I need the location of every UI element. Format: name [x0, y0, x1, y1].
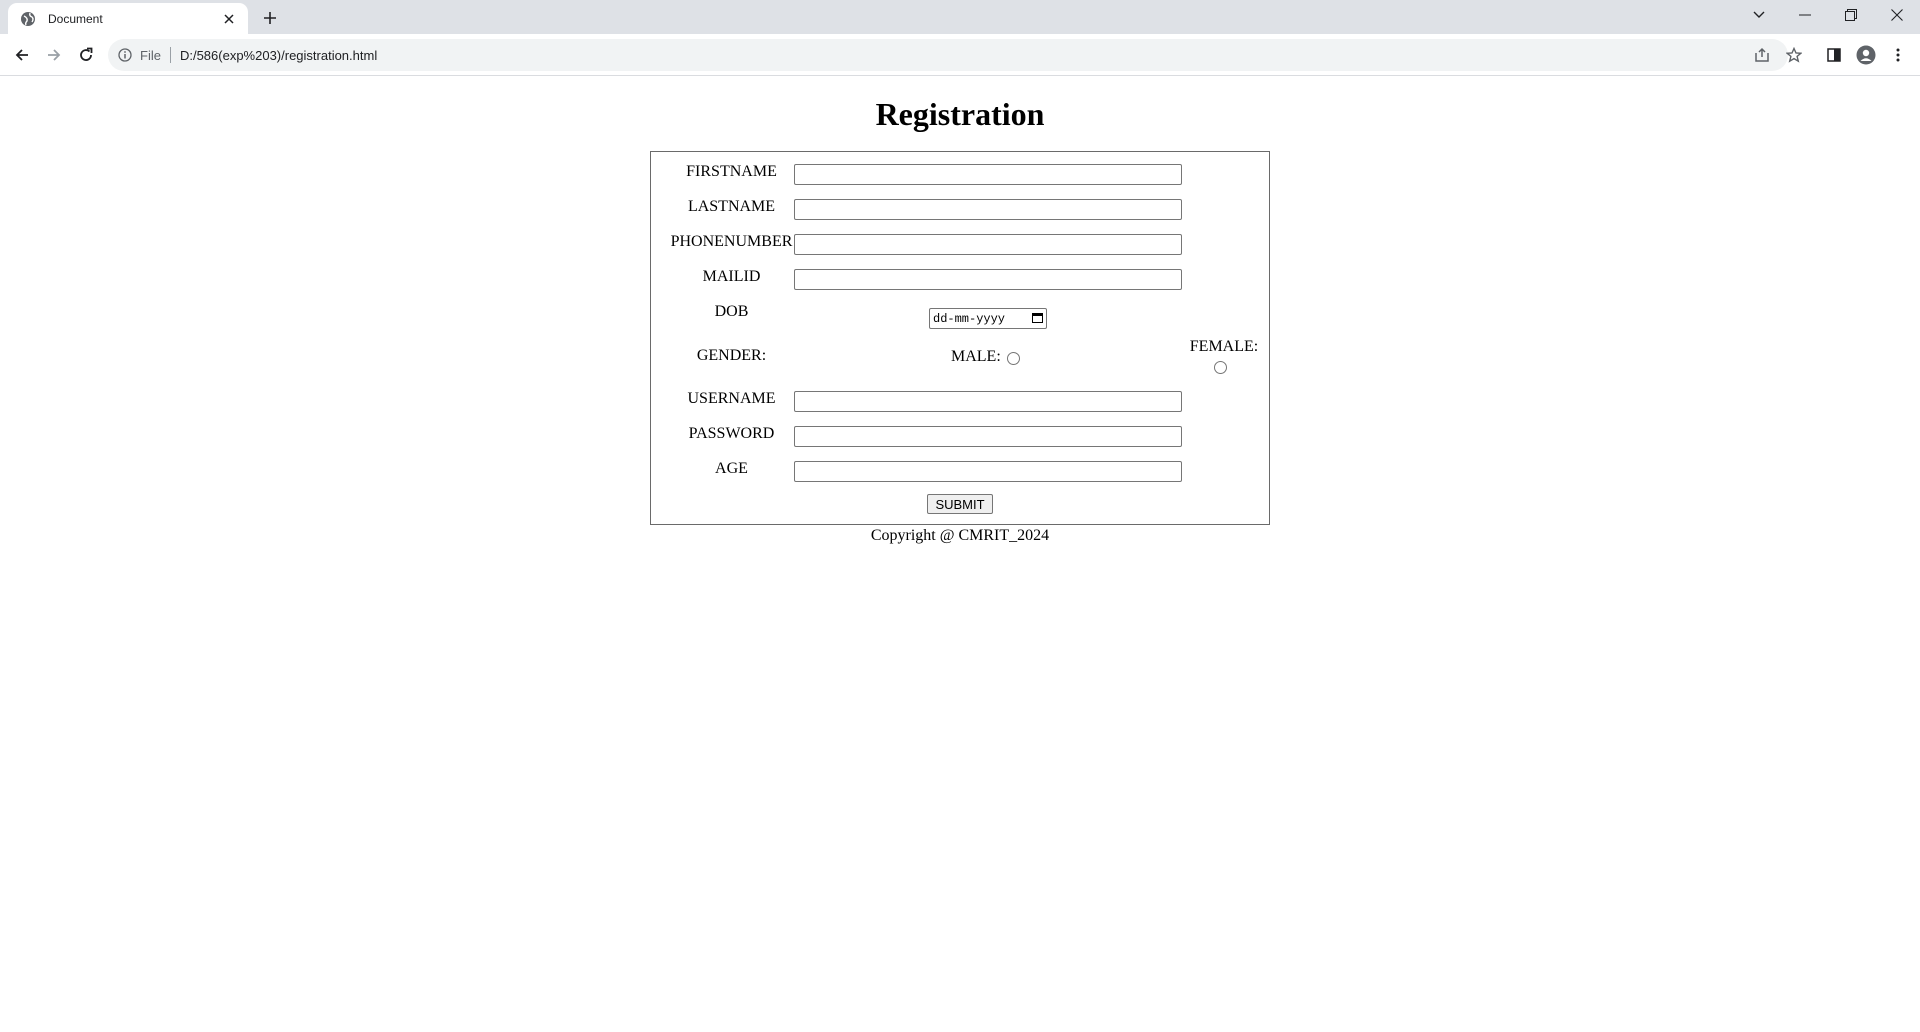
registration-form: FIRSTNAME LASTNAME PHONENUMBER MAILID DO… [650, 151, 1270, 525]
female-label: FEMALE: [1189, 338, 1259, 355]
password-input[interactable] [794, 426, 1182, 447]
username-input[interactable] [794, 391, 1182, 412]
dob-placeholder: dd-mm-yyyy [933, 311, 1006, 326]
firstname-label: FIRSTNAME [686, 163, 777, 180]
close-window-icon[interactable] [1874, 0, 1920, 30]
address-bar[interactable]: File D:/586(exp%203)/registration.html [108, 39, 1788, 71]
gender-label: GENDER: [696, 347, 767, 364]
dob-label: DOB [714, 303, 749, 320]
plus-icon[interactable] [258, 6, 282, 30]
password-label: PASSWORD [688, 425, 775, 442]
restore-icon[interactable] [1828, 0, 1874, 30]
page-title: Registration [875, 96, 1045, 132]
tab-strip: Document [0, 0, 1920, 34]
minimize-icon[interactable] [1782, 0, 1828, 30]
male-label: MALE: [951, 348, 1001, 365]
submit-button[interactable]: SUBMIT [927, 494, 993, 514]
female-radio[interactable] [1214, 361, 1227, 374]
globe-icon [20, 11, 36, 27]
lastname-label: LASTNAME [687, 198, 776, 215]
lastname-input[interactable] [794, 199, 1182, 220]
reload-icon[interactable] [72, 41, 100, 69]
arrow-right-icon[interactable] [40, 41, 68, 69]
mailid-input[interactable] [794, 269, 1182, 290]
username-label: USERNAME [687, 390, 776, 407]
calendar-icon[interactable] [1032, 310, 1043, 328]
page-content: Registration FIRSTNAME LASTNAME PHONENUM… [0, 77, 1920, 1032]
copyright-text: Copyright @ CMRIT_2024 [870, 527, 1050, 544]
url-scheme: File [140, 47, 161, 63]
profile-icon[interactable] [1852, 41, 1880, 69]
phonenumber-input[interactable] [794, 234, 1182, 255]
tab-title: Document [48, 11, 103, 26]
close-icon[interactable] [220, 10, 238, 28]
share-icon[interactable] [1748, 41, 1776, 69]
male-radio[interactable] [1007, 352, 1020, 365]
age-label: AGE [715, 460, 748, 477]
chevron-down-icon[interactable] [1736, 0, 1782, 30]
side-panel-icon[interactable] [1820, 41, 1848, 69]
dob-date-input[interactable]: dd-mm-yyyy [929, 308, 1047, 329]
age-input[interactable] [794, 461, 1182, 482]
firstname-input[interactable] [794, 164, 1182, 185]
star-icon[interactable] [1780, 41, 1808, 69]
kebab-menu-icon[interactable] [1884, 41, 1912, 69]
phonenumber-label: PHONENUMBER [670, 233, 793, 250]
arrow-left-icon[interactable] [8, 41, 36, 69]
browser-toolbar: File D:/586(exp%203)/registration.html [0, 34, 1920, 76]
url-text[interactable]: D:/586(exp%203)/registration.html [180, 48, 377, 63]
browser-tab[interactable]: Document [8, 3, 248, 34]
url-separator [169, 47, 171, 63]
mailid-label: MAILID [702, 268, 761, 285]
info-icon[interactable] [118, 48, 132, 62]
